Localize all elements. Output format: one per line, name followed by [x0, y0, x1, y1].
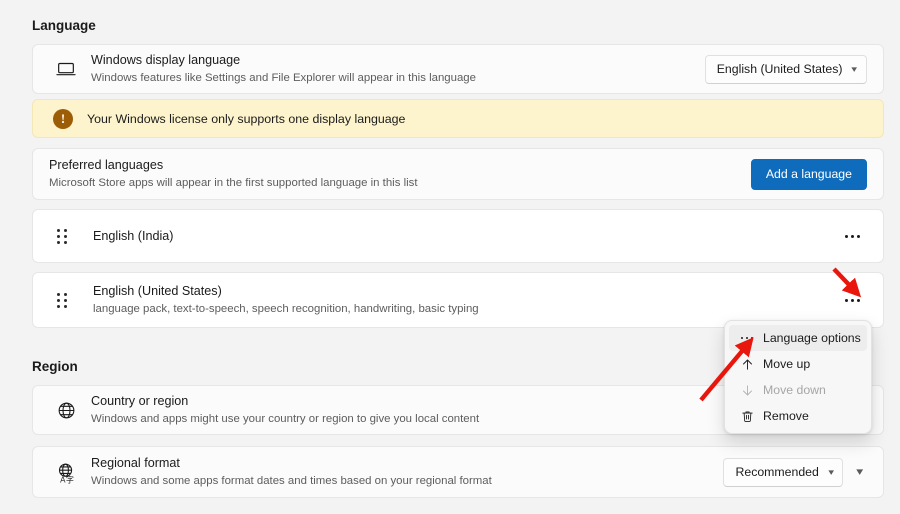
- context-menu-item-move-down: Move down: [729, 377, 867, 403]
- row-subtitle: Windows and some apps format dates and t…: [91, 473, 723, 489]
- row-subtitle: Windows features like Settings and File …: [91, 70, 705, 86]
- row-title: Regional format: [91, 455, 723, 472]
- regional-format-row[interactable]: A 字 Regional format Windows and some app…: [32, 446, 884, 498]
- svg-text:字: 字: [65, 474, 73, 484]
- context-menu-item-remove[interactable]: Remove: [729, 403, 867, 429]
- drag-handle-icon[interactable]: [57, 229, 71, 244]
- language-list-item[interactable]: English (India): [32, 209, 884, 263]
- language-name: English (United States): [93, 283, 837, 300]
- display-language-dropdown[interactable]: English (United States) ▾: [705, 55, 867, 84]
- trash-icon: [735, 409, 759, 424]
- chevron-down-icon: ▾: [828, 468, 834, 477]
- row-subtitle: Microsoft Store apps will appear in the …: [49, 175, 751, 191]
- arrow-down-icon: [735, 383, 759, 398]
- context-menu-item-language-options[interactable]: Language options: [729, 325, 867, 351]
- regional-format-dropdown[interactable]: Recommended ▾: [723, 458, 843, 487]
- menu-item-label: Language options: [763, 331, 861, 345]
- row-title: Windows display language: [91, 52, 705, 69]
- menu-item-label: Move down: [763, 383, 826, 397]
- warning-exclamation-icon: !: [53, 109, 73, 129]
- ellipsis-icon: [735, 337, 759, 340]
- chevron-down-icon: ▾: [852, 65, 858, 74]
- language-features: language pack, text-to-speech, speech re…: [93, 301, 837, 317]
- drag-handle-icon[interactable]: [57, 293, 71, 308]
- globe-icon: [43, 400, 89, 421]
- laptop-icon: [43, 58, 89, 80]
- menu-item-label: Remove: [763, 409, 809, 423]
- expand-chevron-down-icon[interactable]: ▾: [852, 467, 869, 478]
- add-a-language-button[interactable]: Add a language: [751, 159, 867, 190]
- settings-time-language-page: Language Windows display language Window…: [0, 0, 900, 514]
- preferred-languages-row: Preferred languages Microsoft Store apps…: [32, 148, 884, 200]
- section-heading-region: Region: [0, 359, 78, 374]
- context-menu-item-move-up[interactable]: Move up: [729, 351, 867, 377]
- language-context-menu: Language options Move up Move down: [724, 320, 872, 434]
- menu-item-label: Move up: [763, 357, 810, 371]
- more-options-icon[interactable]: [837, 222, 867, 250]
- more-options-icon[interactable]: [837, 286, 867, 314]
- dropdown-value: Recommended: [735, 465, 818, 479]
- arrow-up-icon: [735, 357, 759, 372]
- license-warning-banner: ! Your Windows license only supports one…: [32, 99, 884, 138]
- row-title: Preferred languages: [49, 157, 751, 174]
- license-warning-text: Your Windows license only supports one d…: [87, 112, 405, 126]
- language-name: English (India): [93, 228, 837, 245]
- language-globe-icon: A 字: [43, 461, 89, 484]
- windows-display-language-row[interactable]: Windows display language Windows feature…: [32, 44, 884, 94]
- section-heading-language: Language: [0, 18, 96, 33]
- dropdown-value: English (United States): [717, 62, 843, 76]
